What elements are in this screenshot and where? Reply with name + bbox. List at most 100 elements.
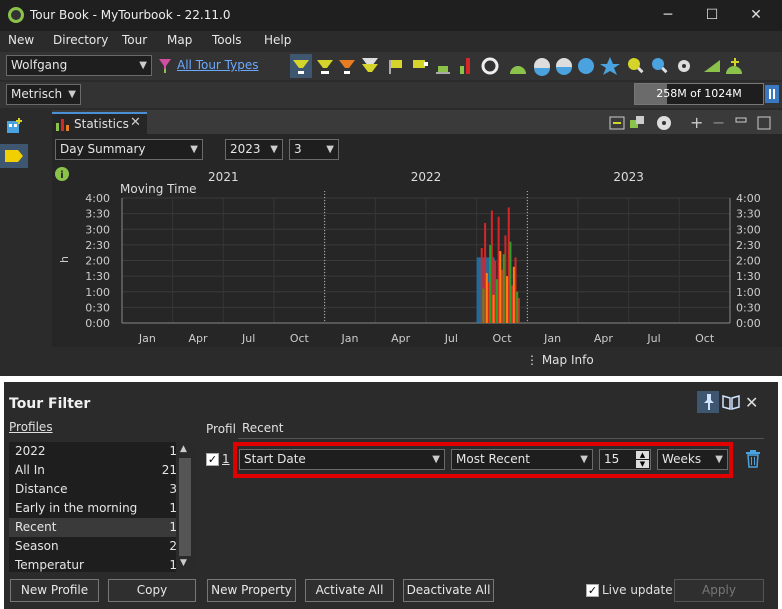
y-tick-label-left: 0:30 xyxy=(85,301,110,314)
filter-operator-select[interactable]: Most Recent ▼ xyxy=(451,449,593,470)
all-tour-types-link[interactable]: All Tour Types xyxy=(177,58,259,72)
profile-name: Recent xyxy=(15,520,57,534)
chart-bar xyxy=(516,291,519,323)
marker-icon xyxy=(413,60,425,68)
y-tick-label-right: 0:00 xyxy=(736,317,761,330)
measurement-select[interactable]: Metrisch ▼ xyxy=(6,84,81,105)
close-filter-icon[interactable]: ✕ xyxy=(745,393,758,412)
spin-up-icon[interactable]: ▲ xyxy=(636,451,649,459)
chevron-down-icon: ▼ xyxy=(139,60,147,71)
menu-tour[interactable]: Tour xyxy=(122,33,147,47)
list-item[interactable]: Season 2 xyxy=(9,537,185,556)
measurement-value: Metrisch xyxy=(11,87,63,101)
deactivate-all-button[interactable]: Deactivate All xyxy=(403,579,494,602)
chart-footer: ⋮ Map Info xyxy=(52,347,782,375)
menu-map[interactable]: Map xyxy=(167,33,192,47)
menu-new[interactable]: New xyxy=(8,33,34,47)
chart-bar xyxy=(482,288,485,323)
years-count-select[interactable]: 3 ▼ xyxy=(289,139,339,160)
title-bar: Tour Book - MyTourbook - 22.11.0 ─ ☐ ✕ xyxy=(0,0,782,31)
list-item[interactable]: All In 21 xyxy=(9,461,185,480)
profiles-list[interactable]: 2022 1 All In 21 Distance 3 Early in the mo… xyxy=(9,442,194,572)
tour-type-filter-icon[interactable] xyxy=(157,57,173,75)
filter-index: 1 xyxy=(222,452,230,466)
y-tick-label-right: 1:00 xyxy=(736,286,761,299)
profiles-scrollbar[interactable]: ▲ ▼ xyxy=(176,442,194,572)
scroll-up-icon[interactable]: ▲ xyxy=(180,444,187,454)
x-tick-label: Apr xyxy=(391,332,411,345)
list-item[interactable]: Distance 3 xyxy=(9,480,185,499)
filter-title: Tour Filter xyxy=(9,396,91,412)
restore-icon xyxy=(735,117,747,123)
edit-icon xyxy=(704,60,720,72)
chart-bar xyxy=(506,276,509,323)
list-item[interactable]: Early in the morning 1 xyxy=(9,499,185,518)
person-value: Wolfgang xyxy=(11,58,68,72)
close-window-button[interactable]: ✕ xyxy=(740,4,772,26)
chart-bar xyxy=(502,254,505,323)
toolbar-icon-strip xyxy=(290,54,742,78)
tab-statistics[interactable]: Statistics ✕ xyxy=(52,112,147,134)
filter-operator-value: Most Recent xyxy=(456,452,530,466)
calendar-add-icon[interactable] xyxy=(6,118,22,134)
bar-chart-icon xyxy=(460,66,464,74)
delete-filter-icon[interactable] xyxy=(745,450,761,468)
chevron-down-icon: ▼ xyxy=(432,454,440,465)
apply-button[interactable]: Apply xyxy=(674,579,764,602)
x-tick-label: Jan xyxy=(341,332,359,345)
book-icon[interactable] xyxy=(722,394,740,410)
list-item-selected[interactable]: Recent 1 xyxy=(9,518,185,537)
x-tick-label: Oct xyxy=(290,332,310,345)
hill-icon xyxy=(510,66,526,74)
maximize-button[interactable]: ☐ xyxy=(696,4,728,26)
memory-text: 258M of 1024M xyxy=(656,87,742,100)
pin-button[interactable] xyxy=(697,391,719,413)
copy-profile-button[interactable]: Copy xyxy=(108,579,196,602)
year-label: 2023 xyxy=(613,170,644,184)
tag-tab[interactable] xyxy=(0,144,28,168)
garbage-collect-icon[interactable] xyxy=(765,85,779,103)
filter-value-spinner[interactable]: 15 ▲ ▼ xyxy=(599,449,651,470)
tab-label: Statistics xyxy=(74,117,129,131)
year-label: 2021 xyxy=(208,170,239,184)
chevron-down-icon: ▼ xyxy=(270,144,278,155)
profile-name-label: Profil xyxy=(206,422,236,436)
filter-unit-select[interactable]: Weeks ▼ xyxy=(657,449,728,470)
scroll-down-icon[interactable]: ▼ xyxy=(180,558,187,568)
filter-field-select[interactable]: Start Date ▼ xyxy=(239,449,445,470)
menu-directory[interactable]: Directory xyxy=(53,33,108,47)
scrollbar-thumb[interactable] xyxy=(179,458,191,556)
x-tick-label: Jul xyxy=(241,332,255,345)
circle-icon xyxy=(578,58,594,74)
y-axis-label: h xyxy=(58,256,71,263)
pin-icon xyxy=(704,394,714,410)
y-tick-label-right: 4:00 xyxy=(736,192,761,205)
filter-enabled-checkbox[interactable]: ✓ xyxy=(206,453,219,466)
year-select[interactable]: 2023 ▼ xyxy=(225,139,283,160)
memory-monitor[interactable]: 258M of 1024M xyxy=(634,83,764,105)
person-select[interactable]: Wolfgang ▼ xyxy=(6,55,152,76)
summary-select[interactable]: Day Summary ▼ xyxy=(55,139,203,160)
new-profile-button[interactable]: New Profile xyxy=(10,579,99,602)
filter-funnel-icon xyxy=(339,60,355,68)
menu-help[interactable]: Help xyxy=(264,33,291,47)
minimize-button[interactable]: ─ xyxy=(652,4,684,26)
activate-all-button[interactable]: Activate All xyxy=(305,579,394,602)
close-tab-icon[interactable]: ✕ xyxy=(130,115,141,130)
live-update-checkbox[interactable]: ✓ xyxy=(586,584,599,597)
list-item[interactable]: Temperatur 1 xyxy=(9,556,185,572)
map-info-label[interactable]: ⋮ Map Info xyxy=(526,353,594,367)
y-tick-label-left: 0:00 xyxy=(85,317,110,330)
list-item[interactable]: 2022 1 xyxy=(9,442,185,461)
y-tick-label-left: 3:00 xyxy=(85,223,110,236)
new-property-button[interactable]: New Property xyxy=(207,579,296,602)
menu-tools[interactable]: Tools xyxy=(212,33,242,47)
statistics-view-toolbar: + − xyxy=(609,114,771,132)
y-tick-label-left: 1:30 xyxy=(85,270,110,283)
tag-icon xyxy=(5,150,23,162)
ring-icon xyxy=(481,57,499,75)
spin-down-icon[interactable]: ▼ xyxy=(636,460,649,468)
profile-name-input[interactable]: Recent xyxy=(238,419,764,439)
y-tick-label-right: 2:30 xyxy=(736,239,761,252)
years-count-value: 3 xyxy=(294,142,302,156)
